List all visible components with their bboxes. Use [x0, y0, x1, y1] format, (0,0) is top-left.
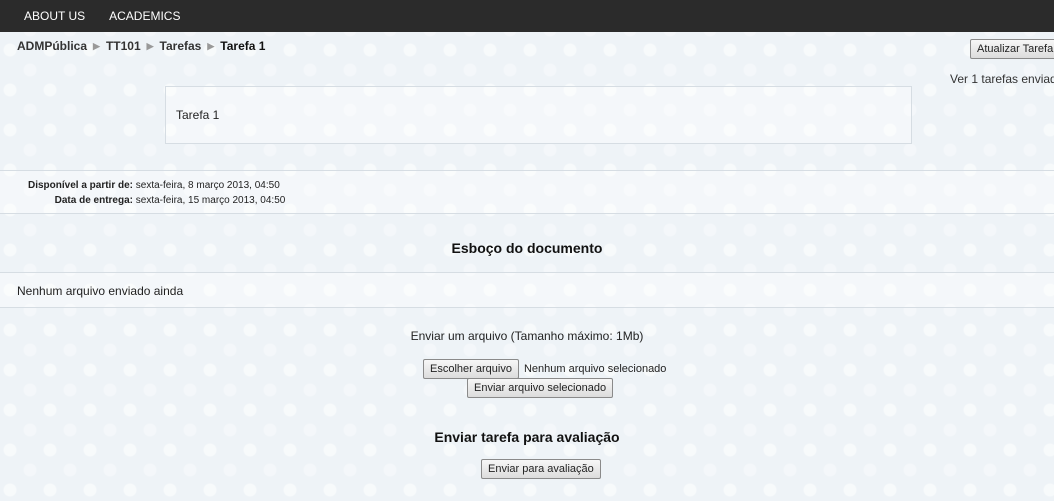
- due-date-row: Data de entrega: sexta-feira, 15 março 2…: [0, 195, 286, 206]
- breadcrumb-tt101[interactable]: TT101: [106, 39, 141, 53]
- upload-label: Enviar um arquivo (Tamanho máximo: 1Mb): [410, 329, 644, 343]
- triangle-right-icon: ▶: [93, 40, 100, 51]
- file-picker-row: Escolher arquivo Nenhum arquivo selecion…: [423, 359, 666, 379]
- upload-selected-file-button[interactable]: Enviar arquivo selecionado: [467, 378, 614, 398]
- update-assignment-button[interactable]: Atualizar Tarefa: [970, 39, 1054, 59]
- dates-box: Disponível a partir de: sexta-feira, 8 m…: [0, 170, 1054, 214]
- draft-heading: Esboço do documento: [451, 240, 603, 256]
- available-date-row: Disponível a partir de: sexta-feira, 8 m…: [0, 180, 280, 191]
- available-date-label: Disponível a partir de:: [27, 180, 133, 191]
- assignment-intro-text: Tarefa 1: [176, 108, 220, 122]
- view-submitted-link[interactable]: Ver 1 tarefas enviada: [950, 72, 1054, 86]
- choose-file-button[interactable]: Escolher arquivo: [423, 359, 519, 379]
- submit-for-grading-button[interactable]: Enviar para avaliação: [481, 459, 601, 479]
- triangle-right-icon: ▶: [146, 40, 154, 51]
- nav-academics[interactable]: ACADEMICS: [97, 0, 192, 32]
- due-date-label: Data de entrega:: [54, 195, 133, 206]
- submit-heading: Enviar tarefa para avaliação: [434, 429, 620, 445]
- no-files-text: Nenhum arquivo enviado ainda: [17, 284, 184, 298]
- submitted-files-box: Nenhum arquivo enviado ainda: [0, 272, 1054, 308]
- breadcrumb-current: Tarefa 1: [220, 39, 266, 53]
- breadcrumb-tarefas[interactable]: Tarefas: [160, 39, 202, 53]
- no-file-selected-text: Nenhum arquivo selecionado: [523, 363, 667, 375]
- assignment-intro-box: Tarefa 1: [165, 86, 912, 144]
- breadcrumb: ADMPública ▶ TT101 ▶ Tarefas ▶ Tarefa 1: [17, 39, 265, 53]
- due-date-value: sexta-feira, 15 março 2013, 04:50: [135, 195, 286, 206]
- top-navigation-bar: ABOUT US ACADEMICS: [0, 0, 1054, 32]
- nav-about-us[interactable]: ABOUT US: [12, 0, 97, 32]
- breadcrumb-admpublica[interactable]: ADMPública: [17, 39, 87, 53]
- triangle-right-icon: ▶: [207, 40, 215, 51]
- available-date-value: sexta-feira, 8 março 2013, 04:50: [135, 180, 280, 191]
